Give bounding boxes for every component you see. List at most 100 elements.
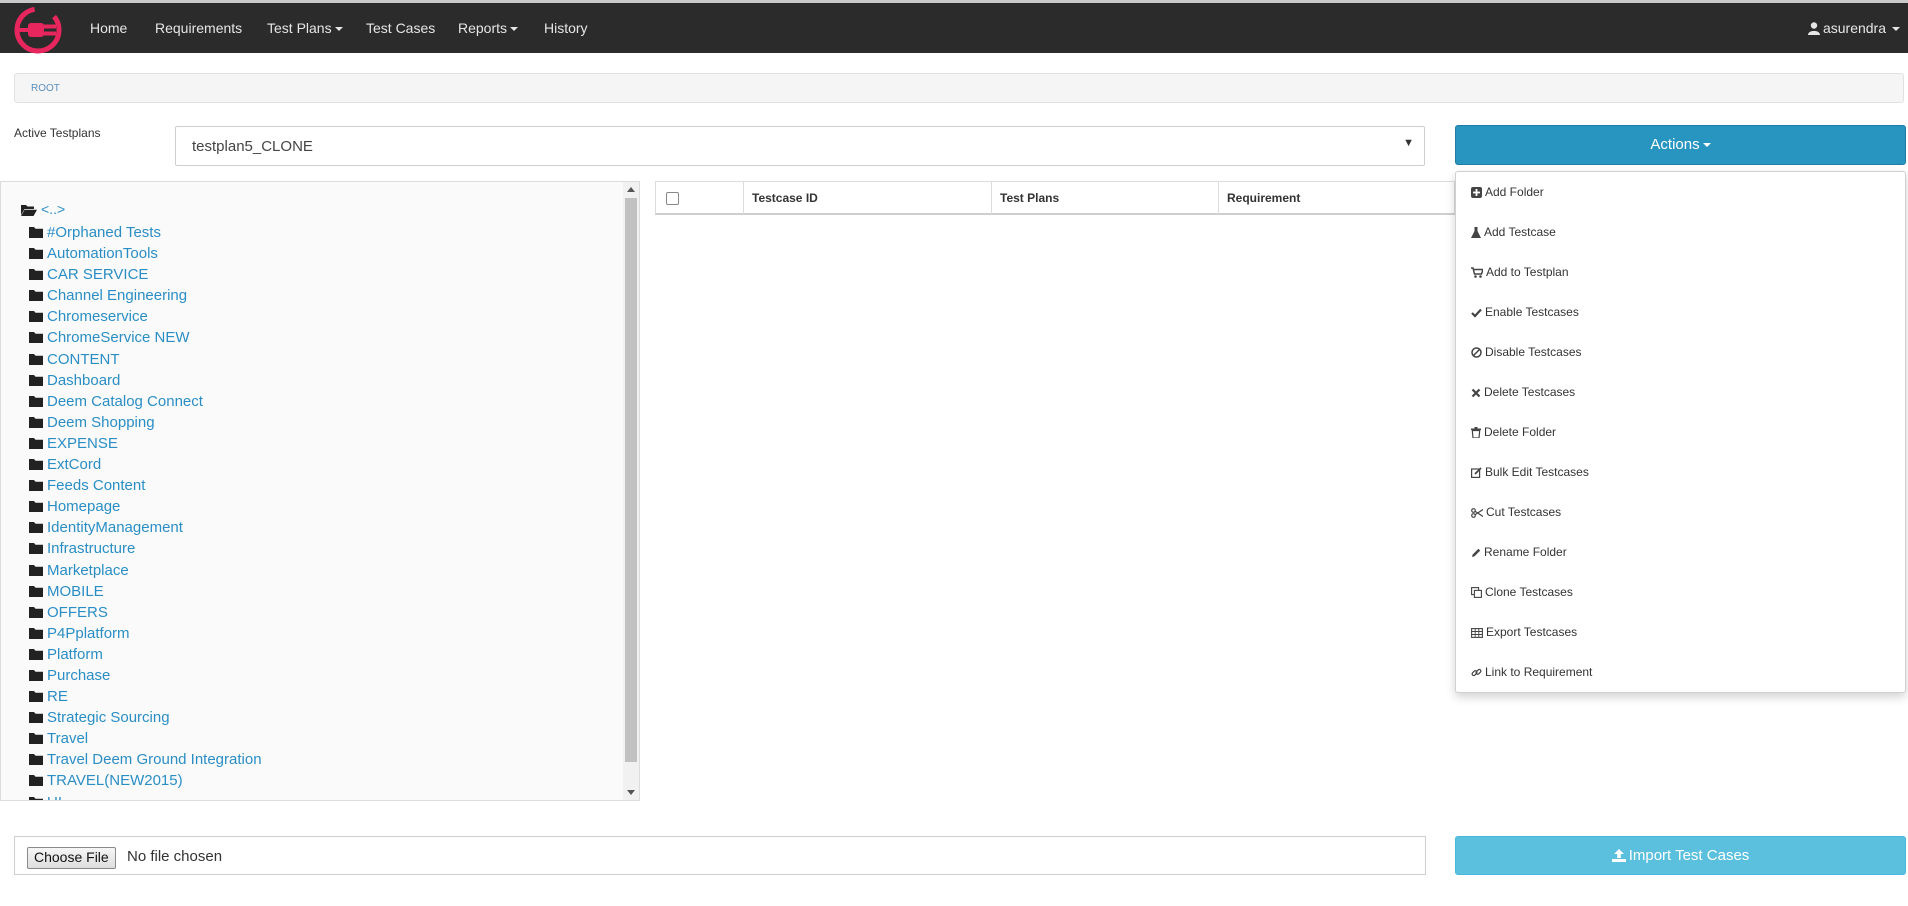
menu-link-to-requirement[interactable]: Link to Requirement [1471, 662, 1592, 682]
folder-item[interactable]: Travel Deem Ground Integration [29, 749, 262, 770]
folder-icon [29, 796, 43, 800]
menu-cut-testcases[interactable]: Cut Testcases [1471, 502, 1561, 522]
folder-icon [29, 437, 43, 449]
folder-item[interactable]: EXPENSE [29, 433, 262, 454]
menu-add-to-testplan[interactable]: Add to Testplan [1471, 262, 1569, 282]
menu-enable-testcases[interactable]: Enable Testcases [1471, 302, 1579, 322]
folder-item[interactable]: CONTENT [29, 349, 262, 370]
pencil-icon [1472, 548, 1481, 557]
folder-list: #Orphaned Tests AutomationTools CAR SERV… [29, 222, 262, 800]
nav-test-plans[interactable]: Test Plans [267, 3, 343, 53]
folder-icon [29, 227, 43, 238]
edit-icon [1471, 467, 1482, 478]
column-test-plans[interactable]: Test Plans [991, 182, 1218, 214]
breadcrumb-root[interactable]: ROOT [31, 83, 60, 94]
testplan-select[interactable]: testplan5_CLONE ▼ [175, 126, 1425, 166]
caret-down-icon [334, 27, 343, 32]
column-testcase-id[interactable]: Testcase ID [743, 182, 991, 214]
folder-item[interactable]: OFFERS [29, 602, 262, 623]
nav-reports[interactable]: Reports [458, 3, 519, 53]
import-test-cases-button[interactable]: Import Test Cases [1455, 836, 1906, 875]
scroll-up-icon[interactable] [627, 187, 635, 192]
actions-menu: Add Folder Add Testcase Add to Testplan … [1455, 171, 1906, 693]
folder-item[interactable]: CAR SERVICE [29, 264, 262, 285]
folder-item[interactable]: Platform [29, 644, 262, 665]
folder-item[interactable]: MOBILE [29, 581, 262, 602]
column-requirement[interactable]: Requirement [1218, 182, 1454, 214]
choose-file-button[interactable]: Choose File [27, 847, 116, 869]
app-logo[interactable] [12, 5, 64, 55]
menu-rename-folder[interactable]: Rename Folder [1471, 542, 1567, 562]
folder-icon [29, 248, 43, 260]
folder-icon [29, 353, 43, 365]
folder-item[interactable]: Marketplace [29, 560, 262, 581]
folder-item[interactable]: TRAVEL(NEW2015) [29, 770, 262, 791]
folder-item[interactable]: AutomationTools [29, 243, 262, 264]
folder-icon [29, 480, 43, 492]
folder-icon [29, 564, 43, 576]
menu-add-testcase[interactable]: Add Testcase [1471, 222, 1556, 242]
upload-icon [1611, 849, 1626, 862]
folder-icon [29, 669, 43, 681]
folder-item[interactable]: #Orphaned Tests [29, 222, 262, 243]
folder-item[interactable]: Deem Catalog Connect [29, 391, 262, 412]
caret-down-icon [510, 27, 519, 32]
folder-icon [29, 395, 43, 407]
folder-icon [29, 733, 43, 745]
menu-bulk-edit-testcases[interactable]: Bulk Edit Testcases [1471, 462, 1589, 482]
folder-item[interactable]: Channel Engineering [29, 285, 262, 306]
folder-icon [29, 416, 43, 428]
nav-test-cases[interactable]: Test Cases [366, 3, 435, 53]
file-upload-field: Choose File No file chosen [14, 836, 1426, 875]
nav-home[interactable]: Home [90, 3, 127, 53]
active-testplans-label: Active Testplans [14, 126, 101, 140]
folder-icon [29, 374, 43, 386]
username: asurendra [1822, 20, 1886, 36]
folder-item[interactable]: Dashboard [29, 370, 262, 391]
menu-add-folder[interactable]: Add Folder [1471, 182, 1544, 202]
actions-button[interactable]: Actions [1455, 125, 1906, 165]
folder-item[interactable]: Homepage [29, 496, 262, 517]
folder-item[interactable]: P4Pplatform [29, 623, 262, 644]
folder-icon [29, 290, 43, 302]
folder-item[interactable]: Strategic Sourcing [29, 707, 262, 728]
folder-item[interactable]: ChromeService NEW [29, 327, 262, 348]
folder-icon [29, 522, 43, 534]
folder-item[interactable]: Purchase [29, 665, 262, 686]
folder-icon [29, 691, 43, 703]
folder-item[interactable]: ExtCord [29, 454, 262, 475]
folder-icon [29, 459, 43, 471]
tree-scrollbar[interactable] [623, 182, 639, 800]
caret-down-icon [1892, 27, 1900, 32]
tree-root-item[interactable]: <..> [21, 201, 65, 217]
link-icon [1471, 668, 1482, 677]
menu-delete-folder[interactable]: Delete Folder [1471, 422, 1556, 442]
testplan-selected-value: testplan5_CLONE [192, 138, 313, 155]
folder-item[interactable]: RE [29, 686, 262, 707]
user-menu[interactable]: asurendra [1807, 3, 1900, 53]
folder-item[interactable]: IdentityManagement [29, 517, 262, 538]
nav-requirements[interactable]: Requirements [155, 3, 242, 53]
folder-icon [29, 627, 43, 639]
select-all-checkbox[interactable] [666, 192, 679, 205]
folder-icon [29, 754, 43, 766]
folder-icon [29, 585, 43, 597]
scroll-thumb[interactable] [625, 198, 637, 762]
folder-item[interactable]: UI [29, 792, 262, 800]
menu-clone-testcases[interactable]: Clone Testcases [1471, 582, 1573, 602]
menu-export-testcases[interactable]: Export Testcases [1471, 622, 1577, 642]
menu-delete-testcases[interactable]: Delete Testcases [1471, 382, 1575, 402]
folder-item[interactable]: Infrastructure [29, 538, 262, 559]
folder-item[interactable]: Travel [29, 728, 262, 749]
menu-disable-testcases[interactable]: Disable Testcases [1471, 342, 1582, 362]
folder-open-icon [21, 205, 37, 216]
scroll-down-icon[interactable] [627, 790, 635, 795]
nav-history[interactable]: History [544, 3, 588, 53]
folder-tree: <..> #Orphaned Tests AutomationTools CAR… [0, 181, 640, 801]
dropdown-arrow-icon: ▼ [1403, 137, 1414, 149]
folder-item[interactable]: Feeds Content [29, 475, 262, 496]
folder-item[interactable]: Chromeservice [29, 306, 262, 327]
folder-item[interactable]: Deem Shopping [29, 412, 262, 433]
folder-icon [29, 269, 43, 281]
table-icon [1471, 628, 1483, 638]
